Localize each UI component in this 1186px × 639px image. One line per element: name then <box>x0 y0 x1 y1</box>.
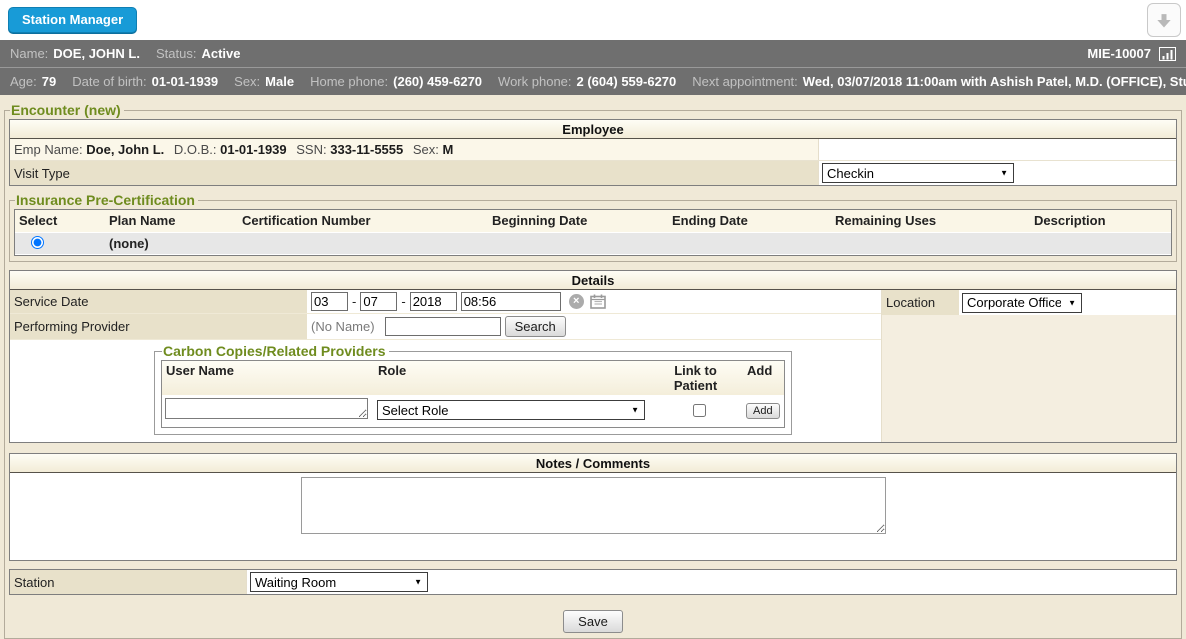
status-label: Status: <box>156 46 196 61</box>
patient-name-bar: Name: DOE, JOHN L. Status: Active MIE-10… <box>0 40 1186 68</box>
insurance-fieldset: Insurance Pre-Certification Select Plan … <box>9 192 1177 262</box>
age-label: Age: <box>10 74 37 89</box>
bar-chart-icon[interactable] <box>1159 47 1176 61</box>
clear-date-icon[interactable]: × <box>569 294 584 309</box>
demographics-bar: Age: 79 Date of birth: 01-01-1939 Sex: M… <box>0 68 1186 95</box>
down-arrow-icon <box>1154 10 1174 30</box>
station-manager-button[interactable]: Station Manager <box>8 7 137 33</box>
dob-value: 01-01-1939 <box>152 74 219 89</box>
col-role: Role <box>374 361 648 395</box>
employee-summary-row: Emp Name: Doe, John L. D.O.B.: 01-01-193… <box>10 139 1176 161</box>
save-button[interactable]: Save <box>563 610 623 633</box>
patient-name: DOE, JOHN L. <box>53 46 140 61</box>
home-phone-value: (260) 459-6270 <box>393 74 482 89</box>
encounter-legend: Encounter (new) <box>10 102 124 118</box>
col-description: Description <box>1030 212 1171 229</box>
col-link-to-patient: Link to Patient <box>648 361 743 395</box>
provider-no-name-text: (No Name) <box>311 319 375 334</box>
cc-role-select[interactable]: Select Role <box>377 400 645 420</box>
service-date-row: Service Date - - × <box>10 290 881 314</box>
cc-link-to-patient-checkbox[interactable] <box>693 404 706 417</box>
sex-value: Male <box>265 74 294 89</box>
emp-ssn-label: SSN: <box>296 142 326 157</box>
emp-ssn-value: 333-11-5555 <box>330 142 403 157</box>
emp-dob-value: 01-01-1939 <box>220 142 287 157</box>
provider-search-button[interactable]: Search <box>505 316 566 337</box>
notes-textarea[interactable] <box>301 477 886 534</box>
name-label: Name: <box>10 46 48 61</box>
date-separator: - <box>401 294 405 309</box>
age-value: 79 <box>42 74 56 89</box>
insurance-row-none: (none) <box>15 232 1171 255</box>
service-time-input[interactable] <box>461 292 561 311</box>
col-beginning-date: Beginning Date <box>488 212 668 229</box>
precert-plan-name: (none) <box>105 236 238 251</box>
patient-status: Active <box>201 46 240 61</box>
top-toolbar: Station Manager <box>0 0 1186 40</box>
emp-name-value: Doe, John L. <box>86 142 164 157</box>
chart-id: MIE-10007 <box>1087 46 1151 61</box>
main-content: Encounter (new) Employee Emp Name: Doe, … <box>0 95 1186 639</box>
performing-provider-label: Performing Provider <box>10 314 307 339</box>
carbon-copies-legend: Carbon Copies/Related Providers <box>162 343 389 359</box>
visit-type-label: Visit Type <box>10 161 818 185</box>
home-phone-label: Home phone: <box>310 74 388 89</box>
service-date-year-input[interactable] <box>410 292 457 311</box>
station-label: Station <box>10 570 246 594</box>
insurance-header-row: Select Plan Name Certification Number Be… <box>15 210 1171 232</box>
employee-summary: Emp Name: Doe, John L. D.O.B.: 01-01-193… <box>10 139 818 160</box>
service-date-month-input[interactable] <box>311 292 348 311</box>
notes-header: Notes / Comments <box>10 454 1176 473</box>
employee-panel: Employee Emp Name: Doe, John L. D.O.B.: … <box>9 119 1177 186</box>
save-area: Save <box>9 610 1177 633</box>
precert-none-radio[interactable] <box>31 236 44 249</box>
col-ending-date: Ending Date <box>668 212 831 229</box>
location-row: Location Corporate Office <box>882 290 1176 315</box>
provider-search-input[interactable] <box>385 317 501 336</box>
emp-name-label: Emp Name: <box>14 142 83 157</box>
work-phone-label: Work phone: <box>498 74 571 89</box>
location-label: Location <box>882 290 959 315</box>
emp-sex-value: M <box>443 142 454 157</box>
date-separator: - <box>352 294 356 309</box>
carbon-copies-fieldset: Carbon Copies/Related Providers User Nam… <box>154 343 792 435</box>
insurance-legend: Insurance Pre-Certification <box>15 192 198 208</box>
station-panel: Station Waiting Room <box>9 569 1177 595</box>
emp-sex-label: Sex: <box>413 142 439 157</box>
col-plan-name: Plan Name <box>105 212 238 229</box>
carbon-copies-holder: Carbon Copies/Related Providers User Nam… <box>10 340 881 442</box>
visit-type-select[interactable]: Checkin <box>822 163 1014 183</box>
sex-label: Sex: <box>234 74 260 89</box>
cc-user-name-input[interactable] <box>165 398 368 419</box>
col-user-name: User Name <box>162 361 374 395</box>
col-select: Select <box>15 212 105 229</box>
col-add: Add <box>743 361 784 395</box>
carbon-copies-header-row: User Name Role Link to Patient Add <box>162 361 784 395</box>
cc-add-button[interactable]: Add <box>746 403 780 419</box>
notes-panel: Notes / Comments <box>9 453 1177 561</box>
download-button[interactable] <box>1147 3 1181 37</box>
performing-provider-row: Performing Provider (No Name) Search <box>10 314 881 340</box>
details-right-column: Location Corporate Office <box>881 290 1176 442</box>
emp-dob-label: D.O.B.: <box>174 142 217 157</box>
details-header: Details <box>10 271 1176 290</box>
visit-type-row: Visit Type Checkin <box>10 161 1176 185</box>
details-panel: Details Service Date - - × <box>9 270 1177 443</box>
carbon-copies-input-row: Select Role Add <box>162 395 784 427</box>
encounter-fieldset: Encounter (new) Employee Emp Name: Doe, … <box>4 102 1182 639</box>
work-phone-value: 2 (604) 559-6270 <box>577 74 677 89</box>
station-select[interactable]: Waiting Room <box>250 572 428 592</box>
next-appointment-value: Wed, 03/07/2018 11:00am with Ashish Pate… <box>803 74 1186 89</box>
col-certification-number: Certification Number <box>238 212 488 229</box>
insurance-table: Select Plan Name Certification Number Be… <box>14 209 1172 256</box>
next-appointment-label: Next appointment: <box>692 74 798 89</box>
service-date-label: Service Date <box>10 290 307 313</box>
location-select[interactable]: Corporate Office <box>962 293 1082 313</box>
employee-header: Employee <box>10 120 1176 139</box>
col-remaining-uses: Remaining Uses <box>831 212 1030 229</box>
dob-label: Date of birth: <box>72 74 146 89</box>
service-date-day-input[interactable] <box>360 292 397 311</box>
calendar-icon[interactable] <box>590 294 606 309</box>
